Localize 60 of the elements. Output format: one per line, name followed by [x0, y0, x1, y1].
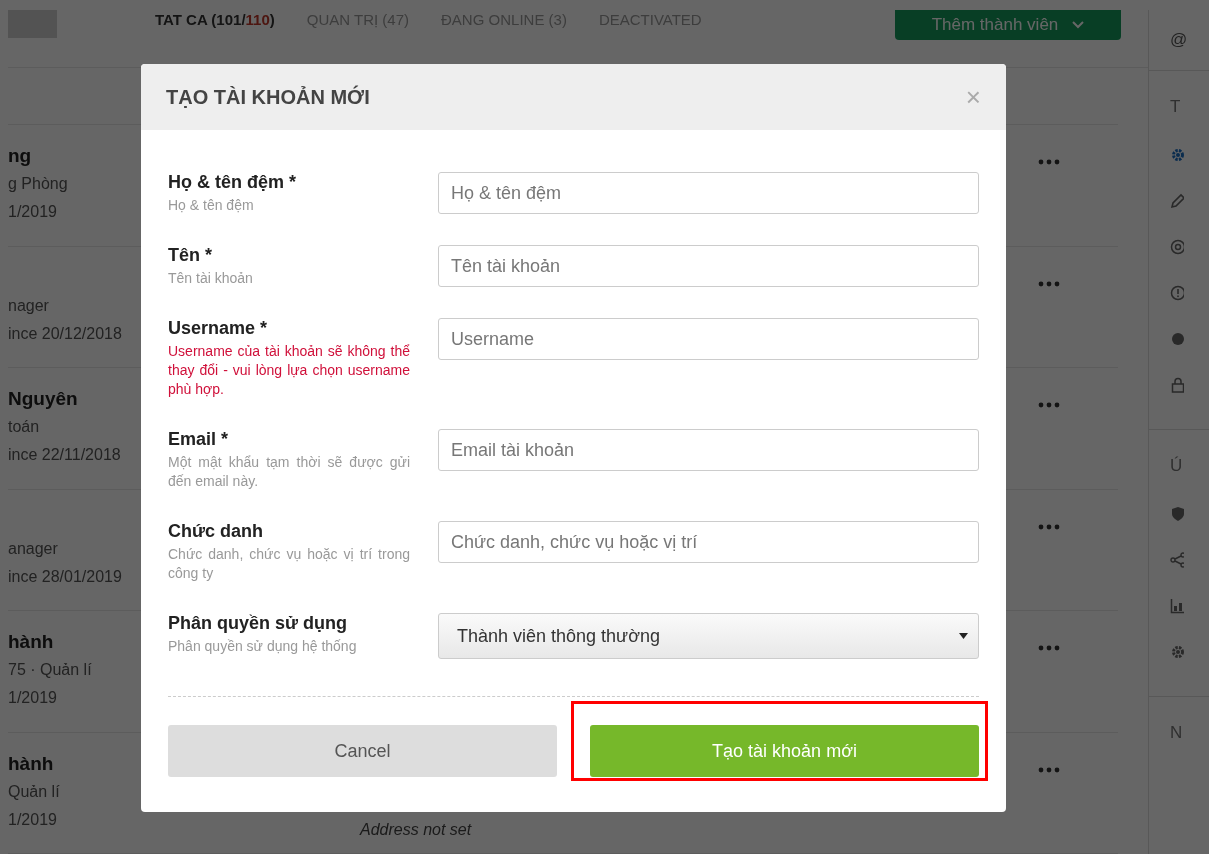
member-since: ince 20/12/2018	[8, 324, 122, 342]
more-icon[interactable]	[1038, 523, 1060, 530]
settings-icon[interactable]	[1170, 644, 1184, 660]
member-role: nager	[8, 296, 49, 314]
warning-text: Username của tài khoản sẽ không thể thay đổi - vui lòng lựa chọn username phù hợp.	[168, 342, 410, 399]
member-name: ng	[8, 145, 32, 167]
more-icon[interactable]	[1038, 402, 1060, 409]
share-icon[interactable]	[1170, 552, 1184, 568]
member-since: 1/2019	[8, 203, 57, 221]
more-icon[interactable]	[1038, 766, 1060, 773]
member-name: Nguyên	[8, 388, 78, 410]
settings-icon[interactable]	[1170, 147, 1184, 163]
field-label: Username *	[168, 318, 269, 339]
dot-icon[interactable]	[1170, 331, 1184, 347]
member-since: 1/2019	[8, 689, 57, 707]
field-hint: Họ & tên đệm	[168, 196, 255, 215]
field-label: Chức danh	[168, 521, 265, 542]
lock-icon[interactable]	[1170, 377, 1184, 393]
close-button[interactable]: ×	[965, 84, 981, 110]
member-name: hành	[8, 752, 54, 774]
cancel-button[interactable]: Cancel	[168, 725, 557, 777]
member-role: 75 · Quản lí	[8, 661, 92, 679]
field-hint: Chức danh, chức vụ hoặc vị trí trong công ty	[168, 545, 410, 583]
pencil-icon[interactable]	[1170, 193, 1184, 209]
alert-icon[interactable]	[1170, 285, 1184, 301]
field-label: Họ & tên đệm *	[168, 172, 297, 193]
chevron-icon	[1072, 21, 1085, 29]
member-address: Address not set	[360, 821, 472, 839]
at-icon[interactable]	[1170, 239, 1184, 255]
role-dropdown[interactable]: Thành viên thông thường	[438, 613, 979, 659]
shield-icon[interactable]	[1170, 506, 1184, 522]
field-label: Tên *	[168, 245, 213, 266]
more-icon[interactable]	[1038, 645, 1060, 652]
field-hint: Phân quyền sử dụng hệ thống	[168, 637, 358, 656]
more-icon[interactable]	[1038, 280, 1060, 287]
text-input[interactable]: Email tài khoản	[438, 429, 979, 471]
field-hint: Một mật khẩu tạm thời sẽ được gửi đến email này.	[168, 453, 410, 491]
text-input[interactable]: Tên tài khoản	[438, 245, 979, 287]
member-name: hành	[8, 631, 54, 653]
filter-tab[interactable]: TAT CA (101/110)	[155, 10, 275, 28]
member-since: ince 28/01/2019	[8, 567, 122, 585]
member-since: 1/2019	[8, 810, 57, 828]
create-account-button[interactable]: Tạo tài khoản mới	[590, 725, 979, 777]
field-label: Email *	[168, 429, 230, 450]
field-label: Phân quyền sử dụng	[168, 613, 349, 634]
text-input[interactable]: Chức danh, chức vụ hoặc vị trí	[438, 521, 979, 563]
member-role: anager	[8, 539, 58, 557]
member-since: ince 22/11/2018	[8, 446, 121, 464]
chart-icon[interactable]	[1170, 598, 1184, 614]
member-role: toán	[8, 418, 40, 436]
add-member-button[interactable]: Thêm thành viên	[895, 10, 1121, 40]
user-handle: @	[1170, 30, 1188, 49]
field-hint: Tên tài khoản	[168, 269, 254, 288]
text-input[interactable]: Username	[438, 318, 979, 360]
member-role: Quản lí	[8, 782, 60, 800]
dropdown-arrow-icon	[959, 633, 968, 639]
member-role: g Phòng	[8, 175, 68, 193]
text-input[interactable]: Họ & tên đệm	[438, 172, 979, 214]
dialog-title: TẠO TÀI KHOẢN MỚI	[166, 85, 370, 109]
more-icon[interactable]	[1038, 159, 1060, 166]
